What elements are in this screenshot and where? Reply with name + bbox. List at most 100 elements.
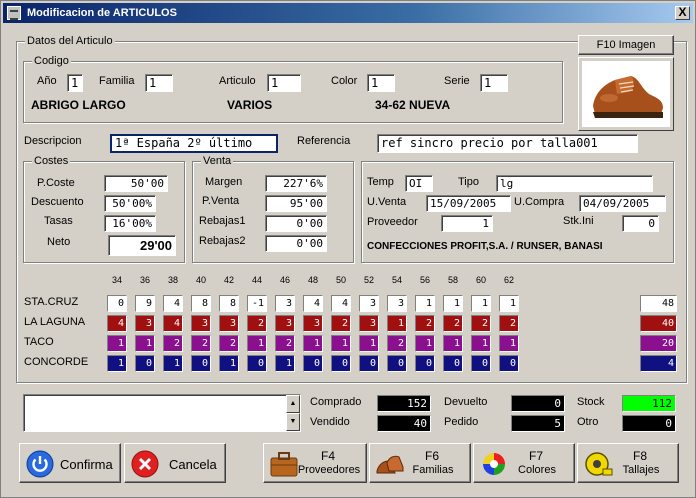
pcoste-field[interactable]: 50'00 (104, 175, 168, 192)
stock-cell[interactable]: 3 (191, 315, 211, 332)
descuento-field[interactable]: 50'00% (104, 195, 156, 212)
scroll-down-icon[interactable]: ▼ (286, 413, 300, 431)
stock-cell[interactable]: 3 (359, 315, 379, 332)
stock-cell[interactable]: 3 (387, 295, 407, 312)
f6-familias-button[interactable]: F6 Familias (369, 443, 471, 483)
tasas-field[interactable]: 16'00% (104, 215, 156, 232)
pventa-field[interactable]: 95'00 (265, 195, 327, 212)
pedido-label: Pedido (444, 416, 479, 428)
stock-cell[interactable]: 4 (303, 295, 323, 312)
stock-cell[interactable]: 1 (359, 335, 379, 352)
f8-key: F8 (632, 449, 647, 463)
stock-cell[interactable]: 4 (163, 315, 183, 332)
ano-field[interactable]: 1 (67, 74, 83, 92)
stock-cell[interactable]: 2 (219, 335, 239, 352)
stock-cell[interactable]: 1 (415, 335, 435, 352)
venta-group-label: Venta (201, 154, 234, 168)
scroll-up-icon[interactable]: ▲ (286, 395, 300, 413)
color-field[interactable]: 1 (367, 74, 395, 92)
stock-cell[interactable]: 0 (359, 355, 379, 372)
f6-key: F6 (424, 449, 439, 463)
stock-cell[interactable]: 0 (387, 355, 407, 372)
ucompra-field[interactable]: 04/09/2005 (579, 195, 666, 212)
stock-cell[interactable]: 0 (303, 355, 323, 372)
confirma-button[interactable]: Confirma (19, 443, 121, 483)
notes-textarea[interactable]: ▲ ▼ (23, 394, 301, 432)
stock-cell[interactable]: 0 (471, 355, 491, 372)
serie-field[interactable]: 1 (480, 74, 508, 92)
stock-cell[interactable]: 1 (275, 355, 295, 372)
uventa-field[interactable]: 15/09/2005 (426, 195, 511, 212)
close-button[interactable]: X (675, 6, 690, 20)
stock-cell[interactable]: 1 (303, 335, 323, 352)
stock-cell[interactable]: 2 (163, 335, 183, 352)
stock-cell[interactable]: 3 (135, 315, 155, 332)
stock-cell[interactable]: 1 (387, 315, 407, 332)
stock-cell[interactable]: 1 (107, 335, 127, 352)
article-image (578, 57, 674, 131)
stock-cell[interactable]: 1 (107, 355, 127, 372)
tipo-field[interactable]: lg (496, 175, 653, 192)
stock-cell[interactable]: 1 (499, 335, 519, 352)
stock-cell[interactable]: 1 (443, 335, 463, 352)
referencia-input[interactable]: ref sincro precio por talla001 (377, 134, 638, 153)
temp-field[interactable]: OI (405, 175, 433, 192)
stock-cell[interactable]: 2 (443, 315, 463, 332)
uventa-label: U.Venta (367, 196, 407, 208)
stock-cell[interactable]: 9 (135, 295, 155, 312)
stock-cell[interactable]: 4 (331, 295, 351, 312)
f4-proveedores-button[interactable]: F4 Proveedores (263, 443, 367, 483)
stock-cell[interactable]: 8 (191, 295, 211, 312)
stock-cell[interactable]: 0 (247, 355, 267, 372)
stkini-field[interactable]: 0 (622, 215, 659, 232)
stock-cell[interactable]: 1 (247, 335, 267, 352)
stock-cell[interactable]: 1 (219, 355, 239, 372)
f8-tallajes-button[interactable]: F8 Tallajes (577, 443, 679, 483)
stock-cell[interactable]: 2 (247, 315, 267, 332)
stock-cell[interactable]: 3 (275, 315, 295, 332)
stock-cell[interactable]: 1 (443, 295, 463, 312)
stock-cell[interactable]: 1 (471, 295, 491, 312)
articulo-field[interactable]: 1 (267, 74, 301, 92)
stock-cell[interactable]: 4 (163, 295, 183, 312)
stock-cell[interactable]: 0 (443, 355, 463, 372)
stock-cell[interactable]: 4 (107, 315, 127, 332)
stock-cell[interactable]: 0 (191, 355, 211, 372)
familia-name: ABRIGO LARGO (31, 98, 126, 112)
stock-cell[interactable]: 1 (135, 335, 155, 352)
stock-cell[interactable]: 1 (471, 335, 491, 352)
stock-cell[interactable]: 0 (135, 355, 155, 372)
descripcion-input[interactable]: 1ª España 2º último (110, 134, 278, 153)
stock-cell[interactable]: 8 (219, 295, 239, 312)
stock-cell[interactable]: 2 (471, 315, 491, 332)
stock-cell[interactable]: 2 (191, 335, 211, 352)
margen-label: Margen (205, 176, 243, 188)
stock-cell[interactable]: 2 (331, 315, 351, 332)
stock-cell[interactable]: 0 (107, 295, 127, 312)
familia-field[interactable]: 1 (145, 74, 173, 92)
rebajas2-field[interactable]: 0'00 (265, 235, 327, 252)
stock-cell[interactable]: -1 (247, 295, 267, 312)
stock-cell[interactable]: 3 (303, 315, 323, 332)
stock-cell[interactable]: 1 (331, 335, 351, 352)
stock-cell[interactable]: 2 (499, 315, 519, 332)
stock-cell[interactable]: 3 (219, 315, 239, 332)
rebajas1-field[interactable]: 0'00 (265, 215, 327, 232)
stock-cell[interactable]: 1 (163, 355, 183, 372)
stock-cell[interactable]: 0 (415, 355, 435, 372)
stock-cell[interactable]: 0 (499, 355, 519, 372)
stock-cell[interactable]: 0 (331, 355, 351, 372)
image-button[interactable]: F10 Imagen (578, 35, 674, 55)
stock-cell[interactable]: 2 (387, 335, 407, 352)
stock-cell[interactable]: 2 (415, 315, 435, 332)
proveedor-field[interactable]: 1 (441, 215, 493, 232)
stock-cell[interactable]: 3 (275, 295, 295, 312)
stock-cell[interactable]: 3 (359, 295, 379, 312)
title-bar[interactable]: Modificacion de ARTICULOS X (3, 3, 693, 23)
margen-field[interactable]: 227'6% (265, 175, 327, 192)
cancela-button[interactable]: Cancela (124, 443, 226, 483)
f7-colores-button[interactable]: F7 Colores (473, 443, 575, 483)
stock-cell[interactable]: 1 (499, 295, 519, 312)
stock-cell[interactable]: 2 (275, 335, 295, 352)
stock-cell[interactable]: 1 (415, 295, 435, 312)
